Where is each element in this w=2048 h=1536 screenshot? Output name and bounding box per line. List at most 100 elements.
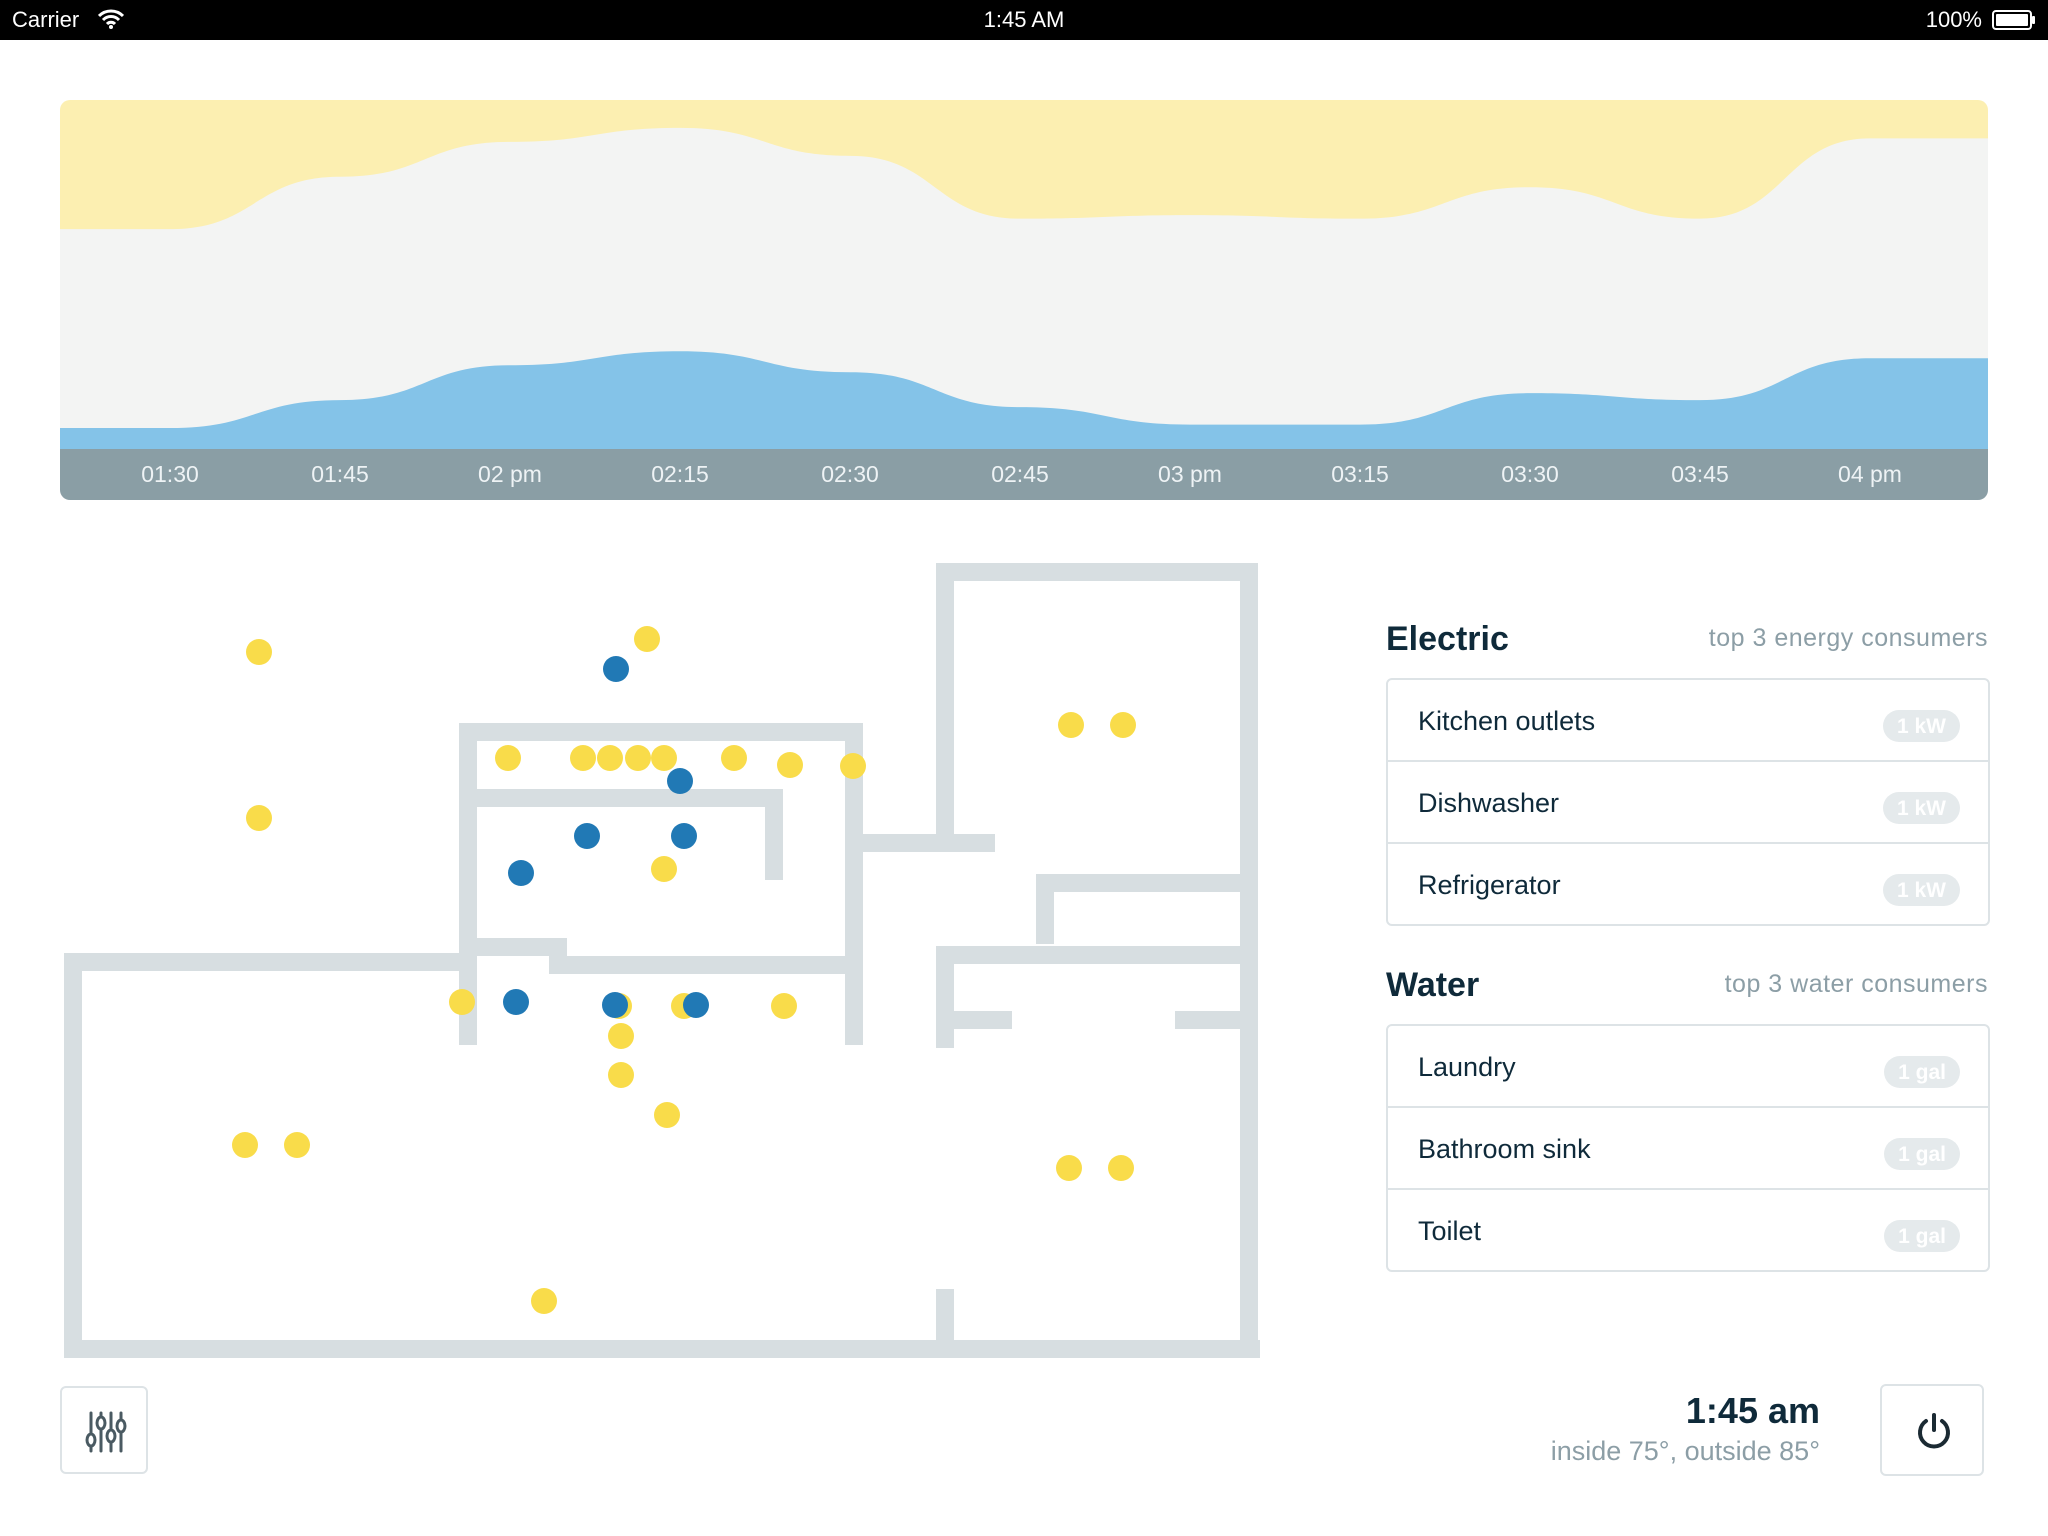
energy-sensor-dot[interactable]: [840, 753, 866, 779]
wall: [549, 956, 862, 974]
wall: [1036, 874, 1054, 944]
wall: [936, 1289, 954, 1340]
energy-sensor-dot[interactable]: [597, 745, 623, 771]
list-item-label: Bathroom sink: [1418, 1134, 1591, 1164]
list-item-label: Refrigerator: [1418, 870, 1561, 900]
energy-sensor-dot[interactable]: [608, 1023, 634, 1049]
wall: [459, 789, 767, 807]
energy-sensor-dot[interactable]: [1108, 1155, 1134, 1181]
power-icon: [1918, 1413, 1950, 1449]
energy-sensor-dot[interactable]: [608, 1062, 634, 1088]
wall: [64, 1340, 1260, 1358]
water-item-bathroom-sink[interactable]: Bathroom sink 1 gal: [1388, 1108, 1988, 1190]
usage-badge: 1 gal: [1884, 1138, 1960, 1170]
wall: [936, 1011, 1012, 1029]
energy-sensor-dot[interactable]: [232, 1132, 258, 1158]
energy-sensor-dot[interactable]: [654, 1102, 680, 1128]
water-sensor-dot[interactable]: [508, 860, 534, 886]
x-tick-label: 01:30: [141, 461, 199, 487]
energy-sensor-dot[interactable]: [625, 745, 651, 771]
power-button[interactable]: [1880, 1384, 1984, 1476]
electric-item-kitchen-outlets[interactable]: Kitchen outlets 1 kW: [1388, 680, 1988, 762]
wall: [64, 953, 460, 971]
settings-button[interactable]: [60, 1386, 148, 1474]
electric-title: Electric: [1386, 620, 1509, 658]
electric-list: Kitchen outlets 1 kW Dishwasher 1 kW Ref…: [1386, 678, 1990, 926]
water-title: Water: [1386, 966, 1480, 1004]
energy-sensor-dot[interactable]: [771, 993, 797, 1019]
battery-percent: 100%: [1925, 7, 1982, 32]
clock-widget: 1:45 am inside 75°, outside 85°: [1551, 1390, 1820, 1467]
x-tick-label: 03:45: [1671, 461, 1729, 487]
x-tick-label: 02 pm: [478, 461, 542, 487]
x-tick-label: 03:30: [1501, 461, 1559, 487]
usage-badge: 1 kW: [1882, 710, 1960, 742]
temperature-readout: inside 75°, outside 85°: [1550, 1436, 1820, 1466]
water-sensor-dot[interactable]: [667, 768, 693, 794]
water-item-toilet[interactable]: Toilet 1 gal: [1388, 1190, 1988, 1270]
electric-header: Electric top 3 energy consumers: [1386, 614, 1988, 664]
water-header: Water top 3 water consumers: [1386, 960, 1988, 1010]
x-tick-label: 03:15: [1331, 461, 1389, 487]
water-item-laundry[interactable]: Laundry 1 gal: [1388, 1026, 1988, 1108]
water-sensor-dot[interactable]: [503, 989, 529, 1015]
list-item-label: Dishwasher: [1418, 788, 1560, 818]
usage-stream-chart[interactable]: 01:30 01:45 02 pm 02:15 02:30 02:45 03 pm 03:15…: [60, 100, 1988, 500]
wall: [936, 946, 1256, 964]
wall: [863, 834, 995, 852]
water-subtitle: top 3 water consumers: [1724, 970, 1988, 998]
wall: [936, 563, 1258, 581]
wall: [459, 938, 567, 956]
water-list: Laundry 1 gal Bathroom sink 1 gal Toilet…: [1386, 1024, 1990, 1272]
water-sensor-dot[interactable]: [671, 823, 697, 849]
floor-plan[interactable]: [60, 560, 1260, 1360]
usage-badge: 1 gal: [1884, 1220, 1960, 1252]
x-tick-label: 02:45: [991, 461, 1049, 487]
battery-icon: [1992, 10, 2035, 30]
x-tick-label: 02:30: [821, 461, 879, 487]
status-bar: Carrier 1:45 AM 100%: [0, 0, 2048, 40]
x-tick-label: 03 pm: [1158, 461, 1222, 487]
current-time: 1:45 am: [1685, 1390, 1820, 1431]
energy-sensor-dot[interactable]: [777, 752, 803, 778]
electric-item-dishwasher[interactable]: Dishwasher 1 kW: [1388, 762, 1988, 844]
water-sensor-dot[interactable]: [683, 992, 709, 1018]
energy-sensor-dot[interactable]: [449, 989, 475, 1015]
chart-plot: [60, 100, 1988, 449]
wall: [459, 723, 862, 741]
wall: [1175, 1011, 1256, 1029]
energy-sensor-dot[interactable]: [284, 1132, 310, 1158]
energy-sensor-dot[interactable]: [570, 745, 596, 771]
status-time: 1:45 AM: [983, 7, 1065, 32]
list-item-label: Kitchen outlets: [1418, 706, 1596, 736]
energy-sensor-dot[interactable]: [246, 639, 272, 665]
list-item-label: Laundry: [1418, 1052, 1516, 1082]
water-sensor-dot[interactable]: [603, 656, 629, 682]
usage-badge: 1 kW: [1882, 792, 1960, 824]
usage-badge: 1 gal: [1884, 1056, 1960, 1088]
energy-sensor-dot[interactable]: [651, 856, 677, 882]
energy-sensor-dot[interactable]: [1056, 1155, 1082, 1181]
usage-badge: 1 kW: [1882, 874, 1960, 906]
energy-sensor-dot[interactable]: [721, 745, 747, 771]
energy-sensor-dot[interactable]: [1110, 712, 1136, 738]
electric-item-refrigerator[interactable]: Refrigerator 1 kW: [1388, 844, 1988, 924]
energy-sensor-dot[interactable]: [1058, 712, 1084, 738]
wall: [765, 789, 783, 880]
wall: [64, 953, 82, 1358]
x-tick-label: 01:45: [311, 461, 369, 487]
energy-sensor-dot[interactable]: [651, 745, 677, 771]
electric-subtitle: top 3 energy consumers: [1708, 624, 1988, 652]
time-axis: 01:30 01:45 02 pm 02:15 02:30 02:45 03 pm 03:15…: [60, 449, 1988, 500]
x-tick-label: 02:15: [651, 461, 709, 487]
water-sensor-dot[interactable]: [602, 992, 628, 1018]
energy-sensor-dot[interactable]: [531, 1288, 557, 1314]
energy-sensor-dot[interactable]: [495, 745, 521, 771]
energy-sensor-dot[interactable]: [634, 626, 660, 652]
water-sensor-dot[interactable]: [574, 823, 600, 849]
wall: [1036, 874, 1256, 892]
list-item-label: Toilet: [1418, 1216, 1482, 1246]
energy-sensor-dot[interactable]: [246, 805, 272, 831]
floor-plan-walls: [64, 563, 1260, 1358]
wall: [936, 946, 954, 1048]
